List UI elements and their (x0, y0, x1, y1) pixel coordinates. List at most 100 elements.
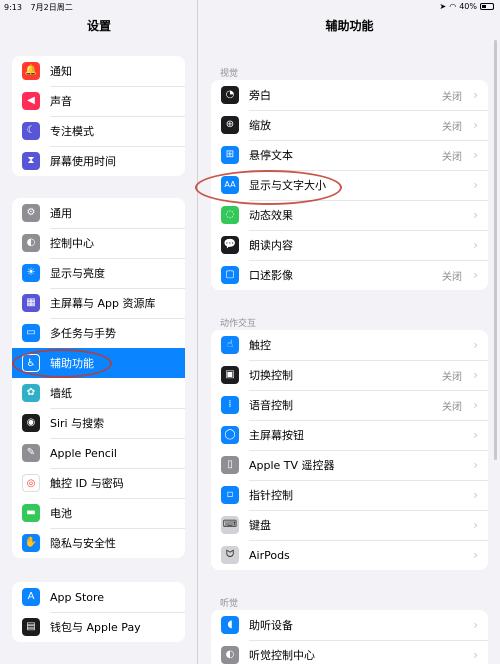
row-hover-text[interactable]: ⊞ 悬停文本 关闭 › (211, 140, 488, 170)
sidebar-item-label: 通知 (50, 65, 72, 78)
chevron-right-icon: › (473, 618, 478, 632)
multitask-icon: ▭ (22, 324, 40, 342)
hand-icon: ✋ (22, 534, 40, 552)
sidebar-item-general[interactable]: ⚙ 通用 (12, 198, 185, 228)
zoom-icon: ⊕ (221, 116, 239, 134)
sidebar-item-label: 屏幕使用时间 (50, 155, 116, 168)
sidebar-item-label: 隐私与安全性 (50, 537, 116, 550)
row-home-button[interactable]: ◯ 主屏幕按钮 › (211, 420, 488, 450)
chevron-right-icon: › (473, 208, 478, 222)
row-label: 语音控制 (249, 399, 293, 412)
chevron-right-icon: › (473, 648, 478, 662)
hover-text-icon: ⊞ (221, 146, 239, 164)
toggles-icon: ◐ (22, 234, 40, 252)
row-touch[interactable]: ☝ 触控 › (211, 330, 488, 360)
section-header-hearing: 听觉 (220, 599, 239, 609)
sidebar-item-label: 控制中心 (50, 237, 94, 250)
wifi-icon: ◠ (449, 2, 457, 11)
row-apple-tv-remote[interactable]: ▯ Apple TV 遥控器 › (211, 450, 488, 480)
row-switch-control[interactable]: ▣ 切换控制 关闭 › (211, 360, 488, 390)
row-label: 听觉控制中心 (249, 649, 315, 662)
row-motion[interactable]: ◌ 动态效果 › (211, 200, 488, 230)
sidebar-item-sounds[interactable]: ◀ 声音 (12, 86, 185, 116)
chevron-right-icon: › (473, 548, 478, 562)
sidebar-group-2: ⚙ 通用 ◐ 控制中心 ☀ 显示与亮度 ▦ 主屏幕与 App 资源库 ▭ 多任务与手势 ♿… (12, 198, 185, 558)
sidebar-group-1: 🔔 通知 ◀ 声音 ☾ 专注模式 ⧗ 屏幕使用时间 (12, 56, 185, 176)
row-zoom[interactable]: ⊕ 缩放 关闭 › (211, 110, 488, 140)
sidebar-item-label: 通用 (50, 207, 72, 220)
hourglass-icon: ⧗ (22, 152, 40, 170)
row-value: 关闭 (442, 151, 462, 163)
sidebar: 设置 🔔 通知 ◀ 声音 ☾ 专注模式 ⧗ 屏幕使用时间 ⚙ 通用 ◐ 控制中心 ☀ 显示与亮… (0, 0, 198, 664)
status-bar: 9:13 7月2日周二 ➤ ◠ 40% (0, 0, 500, 13)
sidebar-item-battery[interactable]: ▬ 电池 (12, 498, 185, 528)
row-voice-control[interactable]: ⁞ 语音控制 关闭 › (211, 390, 488, 420)
row-label: 动态效果 (249, 209, 293, 222)
row-label: AirPods (249, 548, 290, 562)
sidebar-item-label: 触控 ID 与密码 (50, 477, 124, 490)
status-time: 9:13 (4, 3, 22, 12)
audio-description-icon: ▢ (221, 266, 239, 284)
ear-icon: ◖ (221, 616, 239, 634)
row-label: Apple TV 遥控器 (249, 459, 335, 472)
sidebar-item-focus[interactable]: ☾ 专注模式 (12, 116, 185, 146)
sidebar-item-control-center[interactable]: ◐ 控制中心 (12, 228, 185, 258)
sidebar-item-home-screen[interactable]: ▦ 主屏幕与 App 资源库 (12, 288, 185, 318)
row-label: 旁白 (249, 89, 271, 102)
fingerprint-icon: ◎ (22, 474, 40, 492)
location-icon: ➤ (439, 2, 447, 11)
sidebar-item-label: 多任务与手势 (50, 327, 116, 340)
sidebar-item-display[interactable]: ☀ 显示与亮度 (12, 258, 185, 288)
sidebar-item-label: 电池 (50, 507, 72, 520)
chevron-right-icon: › (473, 368, 478, 382)
sidebar-item-apple-pencil[interactable]: ✎ Apple Pencil (12, 438, 185, 468)
sidebar-item-touch-id[interactable]: ◎ 触控 ID 与密码 (12, 468, 185, 498)
sidebar-item-notifications[interactable]: 🔔 通知 (12, 56, 185, 86)
sidebar-item-wallet[interactable]: ▤ 钱包与 Apple Pay (12, 612, 185, 642)
row-pointer-control[interactable]: ▫ 指针控制 › (211, 480, 488, 510)
switch-control-icon: ▣ (221, 366, 239, 384)
flower-icon: ✿ (22, 384, 40, 402)
chevron-right-icon: › (473, 518, 478, 532)
touch-icon: ☝ (221, 336, 239, 354)
row-audio-description[interactable]: ▢ 口述影像 关闭 › (211, 260, 488, 290)
status-date: 7月2日周二 (30, 3, 73, 12)
sidebar-item-siri[interactable]: ◉ Siri 与搜索 (12, 408, 185, 438)
battery-icon: ▬ (22, 504, 40, 522)
moon-icon: ☾ (22, 122, 40, 140)
sun-icon: ☀ (22, 264, 40, 282)
row-keyboard[interactable]: ⌨ 键盘 › (211, 510, 488, 540)
row-voiceover[interactable]: ◔ 旁白 关闭 › (211, 80, 488, 110)
row-spoken-content[interactable]: 💬 朗读内容 › (211, 230, 488, 260)
voice-control-icon: ⁞ (221, 396, 239, 414)
sidebar-item-multitasking[interactable]: ▭ 多任务与手势 (12, 318, 185, 348)
sidebar-item-wallpaper[interactable]: ✿ 墙纸 (12, 378, 185, 408)
sidebar-item-screen-time[interactable]: ⧗ 屏幕使用时间 (12, 146, 185, 176)
hearing-control-icon: ◐ (221, 646, 239, 664)
chevron-right-icon: › (473, 338, 478, 352)
text-size-icon: AA (221, 176, 239, 194)
row-hearing-devices[interactable]: ◖ 助听设备 › (211, 610, 488, 640)
row-label: 主屏幕按钮 (249, 429, 304, 442)
sidebar-item-label: Siri 与搜索 (50, 417, 105, 430)
row-label: 键盘 (249, 519, 271, 532)
gear-icon: ⚙ (22, 204, 40, 222)
section-vision: ◔ 旁白 关闭 › ⊕ 缩放 关闭 › ⊞ 悬停文本 关闭 › AA 显示与文字大小 › ◌ 动态效果 ›… (211, 80, 488, 290)
chevron-right-icon: › (473, 238, 478, 252)
chevron-right-icon: › (473, 118, 478, 132)
battery-icon (480, 3, 494, 10)
row-hearing-control-center[interactable]: ◐ 听觉控制中心 › (211, 640, 488, 664)
sidebar-item-privacy[interactable]: ✋ 隐私与安全性 (12, 528, 185, 558)
row-airpods[interactable]: ᗢ AirPods › (211, 540, 488, 570)
row-value: 关闭 (442, 401, 462, 413)
row-display-text-size[interactable]: AA 显示与文字大小 › (211, 170, 488, 200)
accessibility-icon: ♿ (22, 354, 40, 372)
scrollbar[interactable] (494, 40, 497, 460)
sidebar-item-app-store[interactable]: A App Store (12, 582, 185, 612)
row-value: 关闭 (442, 91, 462, 103)
sidebar-item-accessibility[interactable]: ♿ 辅助功能 (12, 348, 185, 378)
row-value: 关闭 (442, 371, 462, 383)
home-button-icon: ◯ (221, 426, 239, 444)
sidebar-item-label: 墙纸 (50, 387, 72, 400)
speaker-icon: ◀ (22, 92, 40, 110)
